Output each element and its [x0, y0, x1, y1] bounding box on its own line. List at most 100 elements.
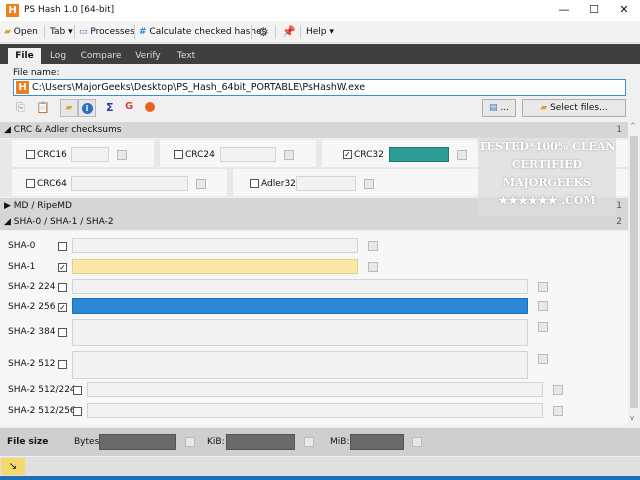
copy-icon[interactable] [364, 179, 374, 189]
tab-verify[interactable]: Verify [130, 48, 166, 64]
close-button[interactable]: ✕ [612, 2, 636, 18]
maximize-button[interactable]: ☐ [582, 2, 606, 18]
hash-icon: # [139, 27, 147, 37]
calculate-button[interactable]: # Calculate checked hashes [139, 24, 266, 40]
tab-menu-button[interactable]: Tab ▾ [50, 24, 73, 40]
toolbar: ▰ Open Tab ▾ ▭ Processes # Calculate che… [0, 21, 640, 43]
sha-1-checkbox[interactable]: ✓ [58, 263, 67, 272]
sha-2-512-checkbox[interactable] [58, 360, 67, 369]
sha-2-512-256-label: SHA-2 512/256 [8, 406, 76, 416]
scroll-up-icon[interactable]: ^ [630, 122, 636, 130]
divider [300, 25, 301, 39]
copy-icon[interactable]: ⎘ [16, 101, 25, 115]
mib-field[interactable] [350, 434, 404, 450]
bytes-field[interactable] [99, 434, 176, 450]
sha-2-384-hash-field[interactable] [72, 319, 528, 346]
processes-button[interactable]: ▭ Processes [79, 24, 135, 40]
copy-icon[interactable] [185, 437, 195, 447]
copy-icon[interactable] [538, 354, 548, 364]
copy-icon[interactable] [196, 179, 206, 189]
sha-2-224-checkbox[interactable] [58, 283, 67, 292]
sha-2-512-label: SHA-2 512 [8, 359, 56, 369]
minimize-button[interactable]: — [552, 2, 576, 18]
help-menu-button[interactable]: Help ▾ [306, 24, 334, 40]
folder-toggle-icon[interactable]: ▰ [60, 99, 78, 117]
resize-arrow-icon[interactable]: ↘ [1, 458, 25, 475]
sha-2-256-hash-field[interactable] [72, 298, 528, 314]
crc24-checkbox[interactable] [174, 150, 183, 159]
sha-0-label: SHA-0 [8, 241, 36, 251]
sha-0-checkbox[interactable] [58, 242, 67, 251]
edit-button[interactable]: ▤ ... [482, 99, 516, 117]
copy-icon[interactable] [368, 262, 378, 272]
sha-2-224-hash-field[interactable] [72, 279, 528, 294]
crc32-checkbox[interactable]: ✓ [343, 150, 352, 159]
copy-icon[interactable] [284, 150, 294, 160]
crc24-label: CRC24 [185, 150, 215, 160]
crc64-checkbox[interactable] [26, 179, 35, 188]
file-size-bar: File size Bytes: KiB: MiB: [0, 428, 640, 456]
watermark: TESTED*100% CLEAN CERTIFIED MAJORGEEKS ★★★★… [478, 138, 616, 216]
crc24-hash-field[interactable] [220, 147, 276, 162]
file-name-value: C:\Users\MajorGeeks\Desktop\PS_Hash_64bi… [32, 82, 366, 93]
tab-compare[interactable]: Compare [78, 48, 124, 64]
adler32-checkbox[interactable] [250, 179, 259, 188]
sha-1-hash-field[interactable] [72, 259, 358, 274]
crc16-checkbox[interactable] [26, 150, 35, 159]
sha-2-512-224-checkbox[interactable] [73, 386, 82, 395]
crc32-hash-field[interactable] [389, 147, 449, 162]
sha-1-label: SHA-1 [8, 262, 36, 272]
section-count: 2 [616, 217, 622, 227]
select-files-button[interactable]: ▰ Select files... [522, 99, 626, 117]
copy-icon[interactable] [457, 150, 467, 160]
sha-2-256-checkbox[interactable]: ✓ [58, 303, 67, 312]
tab-text[interactable]: Text [170, 48, 202, 64]
sha-2-512-256-hash-field[interactable] [87, 403, 543, 418]
sha-2-512-hash-field[interactable] [72, 351, 528, 379]
copy-icon[interactable] [538, 282, 548, 292]
scrollbar-thumb[interactable] [630, 136, 638, 408]
edit-icon: ▤ [489, 103, 498, 113]
adler32-hash-field[interactable] [296, 176, 356, 191]
pin-icon[interactable]: 📌 [282, 24, 296, 40]
expand-icon: ▶ [4, 201, 14, 211]
crc-section-header[interactable]: ◢ CRC & Adler checksums 1 [0, 122, 628, 138]
status-bar: ↘ [0, 457, 640, 476]
copy-icon[interactable] [117, 150, 127, 160]
scroll-down-icon[interactable]: v [630, 414, 634, 422]
tab-log[interactable]: Log [44, 48, 72, 64]
file-type-icon: H [16, 81, 29, 94]
duckduckgo-icon[interactable] [145, 102, 155, 112]
file-name-input[interactable]: H C:\Users\MajorGeeks\Desktop\PS_Hash_64… [13, 79, 626, 96]
sha-2-512-224-hash-field[interactable] [87, 382, 543, 397]
kib-field[interactable] [226, 434, 295, 450]
scrollbar[interactable]: ^ v [628, 122, 640, 425]
crc64-hash-field[interactable] [71, 176, 188, 191]
sha-2-512-224-label: SHA-2 512/224 [8, 385, 76, 395]
gear-icon[interactable]: ⚙ [258, 24, 269, 40]
collapse-icon: ◢ [4, 125, 14, 135]
copy-icon[interactable] [553, 406, 563, 416]
crc16-hash-field[interactable] [71, 147, 109, 162]
sha-section-header[interactable]: ◢ SHA-0 / SHA-1 / SHA-2 2 [0, 214, 628, 230]
copy-icon[interactable] [412, 437, 422, 447]
copy-icon[interactable] [538, 301, 548, 311]
copy-icon[interactable] [553, 385, 563, 395]
sha-2-224-label: SHA-2 224 [8, 282, 56, 292]
sha-2-384-checkbox[interactable] [58, 328, 67, 337]
info-button[interactable]: i [78, 99, 96, 117]
copy-icon[interactable] [538, 322, 548, 332]
mib-label: MiB: [330, 437, 350, 447]
info-icon: i [81, 103, 93, 114]
copy-icon[interactable] [368, 241, 378, 251]
open-button[interactable]: ▰ Open [4, 24, 38, 40]
section-count: 1 [616, 201, 622, 211]
window-icon: ▭ [79, 27, 88, 37]
copy-icon[interactable] [304, 437, 314, 447]
paste-icon[interactable]: 📋 [36, 101, 50, 114]
tab-file[interactable]: File [8, 48, 41, 64]
google-icon[interactable]: G [125, 101, 133, 112]
sha-2-512-256-checkbox[interactable] [73, 407, 82, 416]
sha-0-hash-field[interactable] [72, 238, 358, 253]
sigma-icon[interactable]: Σ [106, 101, 114, 114]
